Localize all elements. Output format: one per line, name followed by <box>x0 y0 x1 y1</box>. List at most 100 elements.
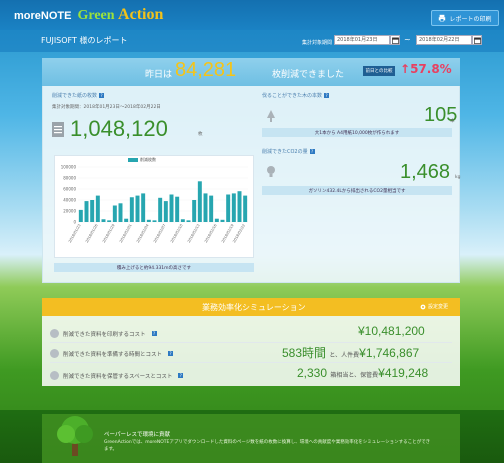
sim-row-prep-label: 削減できた資料を準備する時間とコスト? <box>50 349 174 358</box>
sim-row-print-value: ¥10,481,200 <box>358 324 425 338</box>
paper-label: 削減できた紙の枚数? <box>52 93 105 99</box>
chart-bar <box>214 218 219 222</box>
y-tick-label: 60000 <box>63 187 76 192</box>
y-tick-label: 0 <box>73 220 76 225</box>
chart-bar <box>180 219 185 222</box>
chart-bar <box>90 200 95 222</box>
chart-bar <box>101 219 106 222</box>
calendar-icon[interactable] <box>390 35 400 45</box>
footer-text: GreenActionでは、moreNOTEアプリでダウンロードした資料のページ… <box>104 440 431 452</box>
chart-bar <box>95 195 100 222</box>
legend-swatch <box>128 158 138 162</box>
row-divider <box>50 362 452 363</box>
chart-bar <box>226 194 231 222</box>
row-divider <box>50 342 452 343</box>
co2-unit: kg <box>455 175 461 180</box>
app-logo: moreNOTE Green Action <box>14 6 163 24</box>
trees-unit: 本 <box>450 119 455 124</box>
x-tick-label: 2018/02/01 <box>119 224 133 244</box>
co2-amount: 1,468 <box>400 161 451 183</box>
x-tick-label: 2018/01/26 <box>85 223 99 244</box>
headline-prefix: 昨日は <box>145 70 173 80</box>
co2-note: ガソリン432.4Lから排出されるCO2量相当です <box>262 186 452 195</box>
chart-bar <box>209 195 214 222</box>
logo-green-action: Green Action <box>77 6 164 23</box>
logo-more: moreNOTE <box>14 10 72 22</box>
y-tick-label: 20000 <box>63 209 76 214</box>
chart-bar <box>141 193 146 222</box>
box-icon <box>50 371 59 380</box>
chart-bar <box>237 191 242 222</box>
chart-bar <box>146 219 151 222</box>
paper-note: 積み上げると約94.331mの高さです <box>54 263 254 272</box>
period-text: 集計対象期間：2018年01月23日～2018年02月22日 <box>52 105 161 110</box>
chart-bar <box>175 196 180 222</box>
clock-icon <box>50 349 59 358</box>
chart-bar <box>107 220 112 222</box>
x-tick-label: 2018/02/13 <box>187 224 201 244</box>
sim-row-storage-label: 削減できた資料を保管するスペースとコスト? <box>50 371 184 380</box>
chart-bar <box>158 197 163 222</box>
trees-label: 伐ることができた木の本数? <box>262 93 330 99</box>
chart-bar <box>118 203 123 222</box>
y-tick-label: 80000 <box>63 176 76 181</box>
date-range-separator: ~ <box>404 35 411 44</box>
chart-bar <box>197 181 202 222</box>
x-tick-label: 2018/02/10 <box>170 223 184 244</box>
x-tick-label: 2018/02/04 <box>136 223 150 244</box>
chart-bar <box>163 201 168 222</box>
chart-bar <box>169 194 174 222</box>
chart-bar <box>135 195 140 222</box>
bulb-icon <box>267 166 275 177</box>
x-tick-label: 2018/02/22 <box>232 224 246 244</box>
sim-row-print-label: 削減できた資料を印刷するコスト? <box>50 329 157 338</box>
document-icon <box>52 122 64 137</box>
chart-bar <box>129 197 134 222</box>
chart-bar <box>186 220 191 222</box>
calendar-icon[interactable] <box>472 35 482 45</box>
date-to-input[interactable]: 2018年02月22日 <box>416 35 472 45</box>
up-arrow-icon: ↑ <box>400 62 411 76</box>
chart-bar <box>124 218 129 222</box>
headline-number: 84,281 <box>175 59 237 81</box>
x-tick-label: 2018/02/16 <box>204 223 218 244</box>
sim-row-storage-value: 2,330 箱相当と、保管費¥419,248 <box>297 366 429 380</box>
print-button-label: レポートの印刷 <box>449 15 492 23</box>
gear-icon <box>420 304 426 309</box>
report-title: FUJISOFT 様のレポート <box>41 36 128 45</box>
help-icon[interactable]: ? <box>151 331 157 336</box>
simulation-title: 業務効率化シミュレーション <box>202 303 306 312</box>
print-report-button[interactable]: レポートの印刷 <box>431 10 499 26</box>
chart-bar <box>231 193 236 222</box>
co2-label: 削減できたCO2の量? <box>262 149 315 155</box>
change-percent: ↑57.8% <box>400 62 452 76</box>
printer-icon <box>50 329 59 338</box>
footer-title: ペーパーレスで環境に貢献 <box>104 432 170 438</box>
x-tick-label: 2018/01/23 <box>68 224 82 244</box>
help-icon[interactable]: ? <box>178 373 184 378</box>
sim-row-prep-value: 583時間 と、人件費¥1,746,867 <box>282 346 420 360</box>
help-icon[interactable]: ? <box>99 93 105 98</box>
headline-suffix: 枚削減できました <box>272 70 345 80</box>
chart-bar <box>78 209 83 222</box>
chart-bar <box>152 220 157 222</box>
help-icon[interactable]: ? <box>168 351 174 356</box>
trees-note: 大1本から A4用紙10,000枚が作られます <box>262 128 452 137</box>
period-label: 集計対象期間 <box>302 40 333 46</box>
compare-badge: 前日との比較 <box>363 66 395 76</box>
settings-link[interactable]: 設定変更 <box>420 303 448 310</box>
help-icon[interactable]: ? <box>309 149 315 154</box>
headline-banner <box>42 58 460 86</box>
chart-bar <box>192 200 197 222</box>
tree-icon <box>267 110 275 122</box>
chart-bar <box>112 205 117 222</box>
x-tick-label: 2018/02/07 <box>153 224 167 244</box>
chart-bar <box>84 201 89 222</box>
date-from-input[interactable]: 2018年01月23日 <box>334 35 390 45</box>
chart-bar <box>203 193 208 222</box>
printer-icon <box>439 14 446 22</box>
paper-unit: 枚 <box>198 132 203 137</box>
bar-chart-svg: 1000008000060000400002000002018/01/23 201… <box>61 165 248 244</box>
tree-illustration <box>57 416 93 456</box>
help-icon[interactable]: ? <box>324 93 330 98</box>
